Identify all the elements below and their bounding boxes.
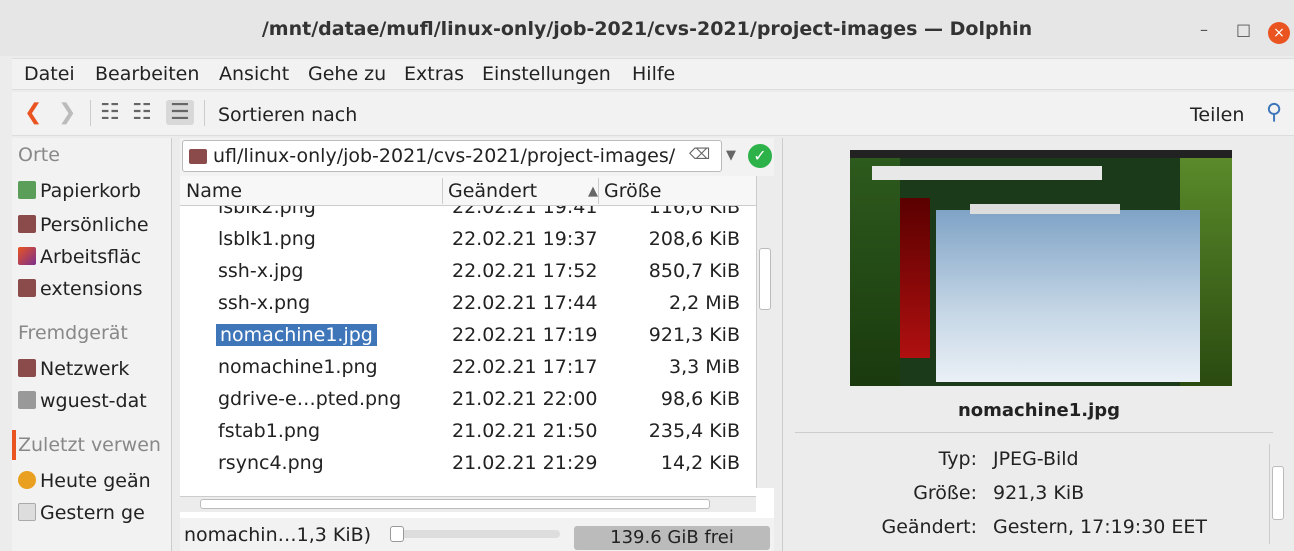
status-bar: nomachin…1,3 KiB) 139.6 GiB frei — [180, 518, 774, 551]
menu-hilfe[interactable]: Hilfe — [632, 63, 675, 85]
free-space-bar: 139.6 GiB frei — [574, 526, 770, 550]
toolbar-separator — [204, 100, 205, 126]
meta-modified-value: Gestern, 17:19:30 EET — [993, 516, 1208, 538]
file-row[interactable]: fstab1.png 21.02.21 21:50 235,4 KiB — [180, 416, 756, 448]
preview-thumbnail — [850, 150, 1232, 386]
place-wguest[interactable]: wguest-dat — [18, 390, 147, 412]
column-header: Name Geändert ▲ Größe — [180, 176, 756, 206]
file-list: lsblk2.png 22.02.21 19:41 116,6 KiB lsblk1… — [180, 206, 756, 496]
maximize-button[interactable]: □ — [1236, 20, 1251, 39]
vertical-scrollbar[interactable] — [756, 176, 774, 488]
share-button[interactable]: Teilen — [1190, 104, 1244, 126]
column-separator[interactable] — [442, 178, 443, 204]
column-name[interactable]: Name — [186, 180, 242, 202]
file-row[interactable]: lsblk2.png 22.02.21 19:41 116,6 KiB — [180, 206, 756, 224]
zoom-slider[interactable] — [390, 526, 560, 542]
sort-ascending-icon: ▲ — [588, 184, 598, 199]
search-icon[interactable]: ⚲ — [1266, 100, 1282, 125]
location-input[interactable]: ufl/linux-only/job-2021/cvs-2021/project… — [182, 140, 722, 172]
meta-size-value: 921,3 KiB — [993, 482, 1085, 504]
preview-filename: nomachine1.jpg — [957, 400, 1121, 421]
today-icon — [18, 471, 36, 489]
horizontal-scrollbar[interactable] — [180, 496, 756, 512]
file-row[interactable]: lsblk1.png 22.02.21 19:37 208,6 KiB — [180, 224, 756, 256]
clear-icon[interactable]: ⌫ — [689, 145, 710, 163]
folder-icon — [18, 215, 36, 233]
selection-status: nomachin…1,3 KiB) — [184, 524, 372, 546]
toolbar-separator — [90, 100, 91, 126]
details-view-icon[interactable]: ☰ — [166, 100, 194, 125]
sort-button[interactable]: Sortieren nach — [218, 104, 357, 126]
compact-view-icon[interactable]: ☷ — [132, 100, 152, 125]
window-titlebar[interactable]: /mnt/datae/mufl/linux-only/job-2021/cvs-… — [0, 0, 1294, 56]
drive-icon — [18, 391, 36, 409]
folder-icon — [18, 279, 36, 297]
file-row[interactable]: gdrive-e…pted.png 21.02.21 22:00 98,6 KiB — [180, 384, 756, 416]
forward-icon[interactable]: ❯ — [58, 100, 76, 125]
section-recent: Zuletzt verwen — [18, 434, 161, 456]
menu-bar: Datei Bearbeiten Ansicht Gehe zu Extras … — [12, 58, 1294, 90]
toolbar: ❮ ❯ ☷ ☷ ☰ Sortieren nach Teilen ⚲ — [12, 92, 1294, 136]
info-scrollbar[interactable] — [1269, 444, 1287, 544]
location-bar: ufl/linux-only/job-2021/cvs-2021/project… — [180, 138, 774, 176]
places-panel: Orte Papierkorb Persönliche Arbeitsfläc … — [12, 138, 172, 551]
minimize-button[interactable]: – — [1200, 20, 1208, 39]
calendar-icon — [18, 503, 36, 521]
menu-extras[interactable]: Extras — [404, 63, 464, 85]
column-modified[interactable]: Geändert — [448, 180, 537, 202]
place-network[interactable]: Netzwerk — [18, 358, 129, 380]
file-row[interactable]: ssh-x.png 22.02.21 17:44 2,2 MiB — [180, 288, 756, 320]
information-panel: nomachine1.jpg Typ: JPEG-Bild Größe: 921… — [782, 138, 1294, 551]
menu-bearbeiten[interactable]: Bearbeiten — [95, 63, 199, 85]
place-trash[interactable]: Papierkorb — [18, 180, 141, 202]
meta-type-value: JPEG-Bild — [993, 448, 1079, 470]
icons-view-icon[interactable]: ☷ — [100, 100, 120, 125]
confirm-icon[interactable]: ✓ — [748, 144, 772, 168]
trash-icon — [18, 181, 36, 199]
column-size[interactable]: Größe — [604, 180, 661, 202]
network-folder-icon — [18, 359, 36, 377]
place-today[interactable]: Heute geän — [18, 470, 151, 492]
close-button[interactable]: × — [1268, 22, 1290, 44]
file-view: ufl/linux-only/job-2021/cvs-2021/project… — [180, 138, 774, 551]
menu-datei[interactable]: Datei — [24, 63, 75, 85]
section-remote: Fremdgerät — [18, 322, 128, 344]
scrollbar-thumb[interactable] — [1272, 466, 1284, 520]
back-icon[interactable]: ❮ — [24, 100, 42, 125]
chevron-down-icon[interactable]: ▼ — [726, 148, 736, 163]
zoom-slider-handle[interactable] — [390, 526, 404, 542]
place-home[interactable]: Persönliche — [18, 214, 149, 236]
place-yesterday[interactable]: Gestern ge — [18, 502, 145, 524]
menu-gehe-zu[interactable]: Gehe zu — [308, 63, 386, 85]
file-row[interactable]: nomachine1.png 22.02.21 17:17 3,3 MiB — [180, 352, 756, 384]
desktop-icon — [18, 247, 36, 265]
section-marker — [12, 430, 16, 460]
file-row[interactable]: rsync4.png 21.02.21 21:29 14,2 KiB — [180, 448, 756, 480]
file-row[interactable]: ssh-x.jpg 22.02.21 17:52 850,7 KiB — [180, 256, 756, 288]
folder-icon — [189, 149, 207, 164]
place-desktop[interactable]: Arbeitsfläc — [18, 246, 141, 268]
place-extensions[interactable]: extensions — [18, 278, 143, 300]
menu-ansicht[interactable]: Ansicht — [219, 63, 289, 85]
section-places: Orte — [18, 144, 60, 166]
preview-divider — [795, 432, 1273, 433]
column-separator[interactable] — [598, 178, 599, 204]
file-row-selected[interactable]: nomachine1.jpg 22.02.21 17:19 921,3 KiB — [180, 320, 756, 352]
menu-einstellungen[interactable]: Einstellungen — [482, 63, 611, 85]
scrollbar-thumb[interactable] — [759, 248, 771, 310]
scrollbar-thumb[interactable] — [200, 499, 710, 509]
window-title: /mnt/datae/mufl/linux-only/job-2021/cvs-… — [261, 18, 1033, 40]
